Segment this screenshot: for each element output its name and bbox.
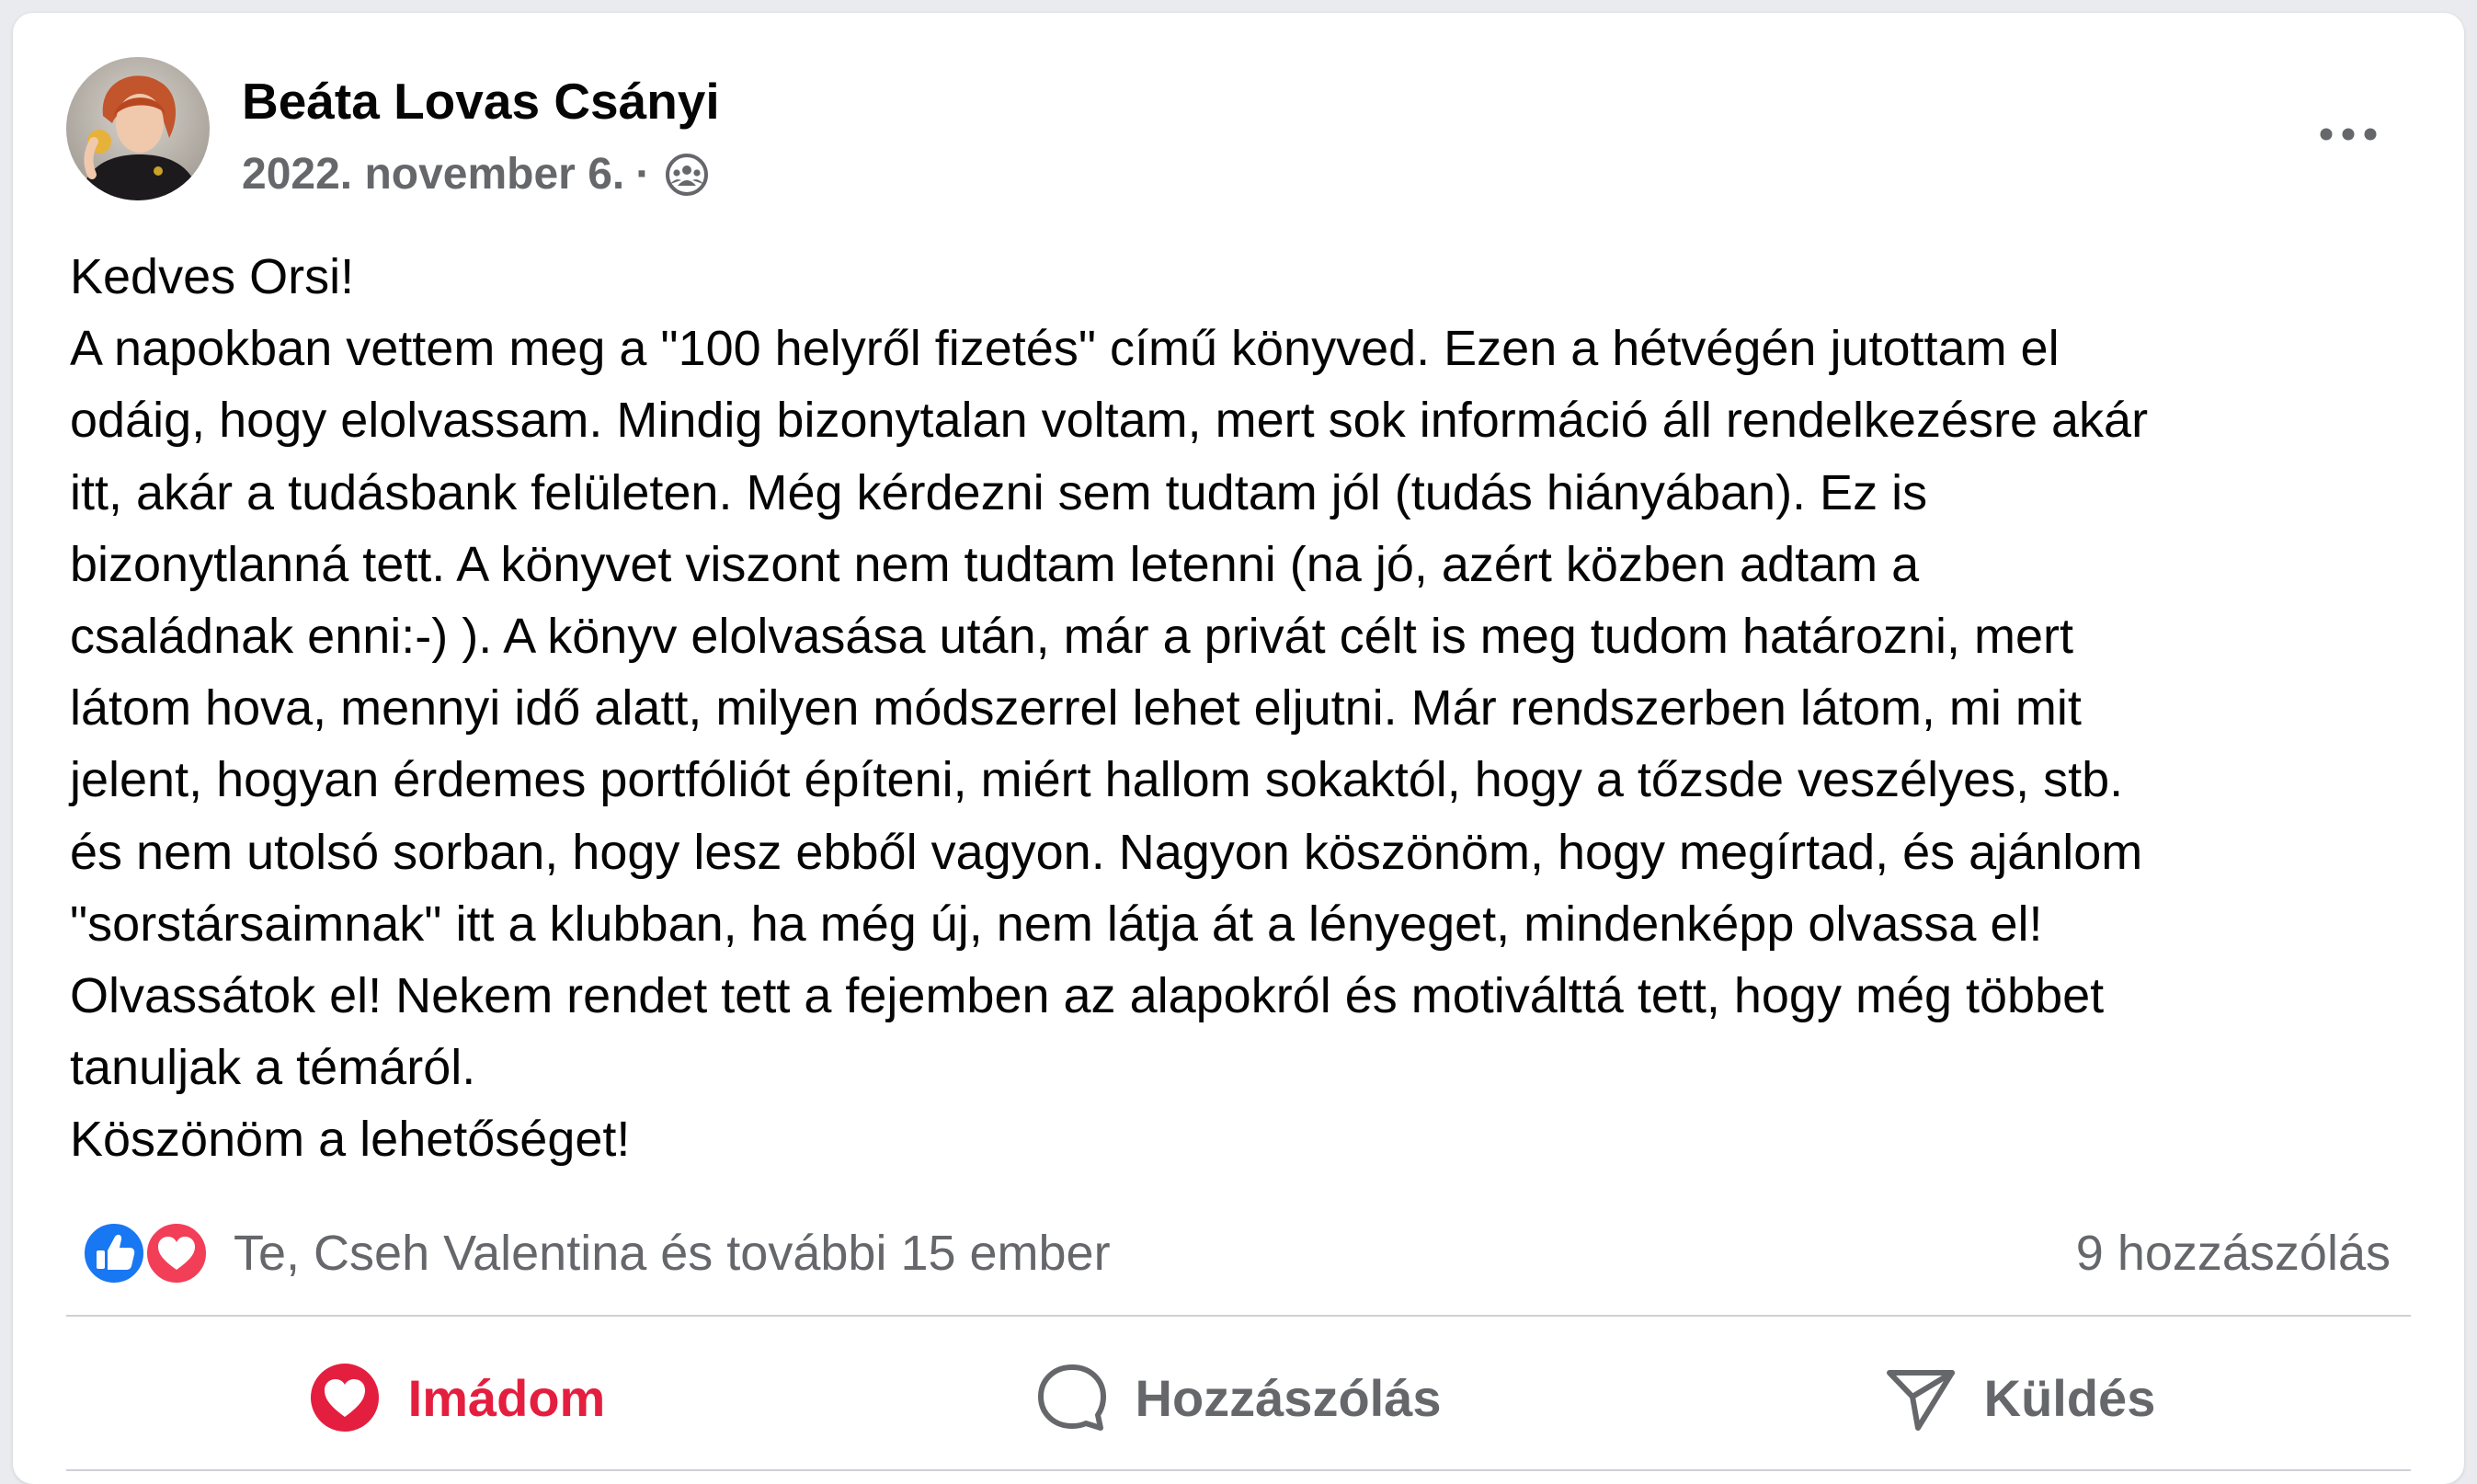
comment-icon: [1036, 1362, 1108, 1433]
love-icon: [309, 1362, 381, 1433]
post-line: odáig, hogy elolvassam. Mindig bizonytal…: [70, 393, 2149, 449]
post-line: itt, akár a tudásbank felületen. Még kér…: [70, 464, 1928, 520]
post-card: Beáta Lovas Csányi 2022. november 6. · K…: [13, 13, 2464, 1484]
post-line: és nem utolsó sorban, hogy lesz ebből va…: [70, 824, 2143, 880]
post-line: Olvassátok el! Nekem rendet tett a fejem…: [70, 968, 2105, 1024]
reaction-icons: [81, 1220, 219, 1286]
comments-count[interactable]: 9 hozzászólás: [2076, 1225, 2391, 1282]
meta-separator: ·: [635, 150, 651, 199]
comment-button[interactable]: Hozzászólás: [848, 1330, 1629, 1466]
avatar-photo: [66, 57, 210, 200]
send-icon: [1885, 1362, 1957, 1433]
action-bar: Imádom Hozzászólás Küldés: [66, 1330, 2411, 1466]
post-line: látom hova, mennyi idő alatt, milyen mód…: [70, 680, 2082, 736]
send-label: Küldés: [1983, 1368, 2156, 1427]
love-icon: [143, 1220, 210, 1286]
post-line: Kedves Orsi!: [70, 249, 355, 304]
love-label: Imádom: [407, 1368, 606, 1427]
like-icon: [81, 1220, 147, 1286]
post-body: Kedves Orsi! A napokban vettem meg a "10…: [70, 241, 2424, 1176]
post-date[interactable]: 2022. november 6.: [242, 149, 624, 200]
author-name[interactable]: Beáta Lovas Csányi: [242, 72, 720, 131]
post-line: tanuljak a témáról.: [70, 1040, 476, 1096]
post-line: Köszönöm a lehetőséget!: [70, 1112, 631, 1168]
more-options-icon[interactable]: [2302, 97, 2394, 171]
love-button[interactable]: Imádom: [66, 1330, 848, 1466]
post-line: "sorstársaimnak" itt a klubban, ha még ú…: [70, 896, 2043, 952]
reactions-text[interactable]: Te, Cseh Valentina és további 15 ember: [234, 1225, 1111, 1282]
post-line: A napokban vettem meg a "100 helyről fiz…: [70, 321, 2060, 377]
group-icon[interactable]: [665, 153, 709, 197]
post-line: családnak enni:-) ). A könyv elolvasása …: [70, 609, 2074, 665]
post-meta: 2022. november 6. ·: [242, 149, 709, 200]
post-line: jelent, hogyan érdemes portfóliót építen…: [70, 752, 2124, 808]
divider: [66, 1315, 2411, 1317]
author-avatar[interactable]: [66, 57, 210, 200]
reactions-summary[interactable]: Te, Cseh Valentina és további 15 ember: [81, 1220, 1111, 1286]
send-button[interactable]: Küldés: [1629, 1330, 2411, 1466]
post-line: bizonytlanná tett. A könyvet viszont nem…: [70, 536, 1920, 592]
divider: [66, 1469, 2411, 1471]
comment-label: Hozzászólás: [1135, 1368, 1442, 1427]
